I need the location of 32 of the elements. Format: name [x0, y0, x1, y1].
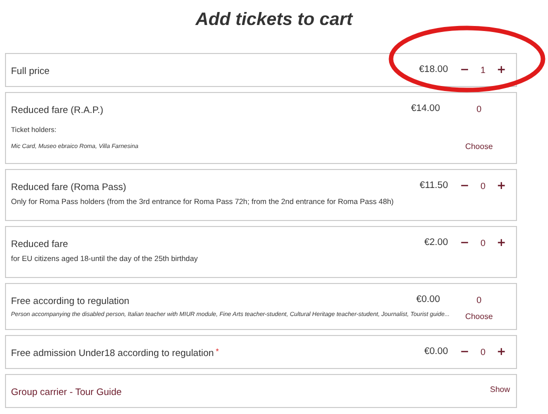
- ticket-name: Reduced fare: [11, 239, 68, 250]
- quantity: 0: [480, 237, 486, 249]
- ticket-price: €2.00: [423, 237, 448, 249]
- ticket-price: €18.00: [418, 64, 448, 76]
- minus-button[interactable]: −: [456, 346, 474, 358]
- required-mark: *: [216, 347, 219, 356]
- ticket-name: Reduced fare (R.A.P.): [11, 105, 104, 116]
- ticket-name: Free admission Under18 according to regulation: [11, 348, 214, 359]
- minus-button[interactable]: −: [456, 180, 474, 192]
- show-button[interactable]: Show: [490, 385, 510, 394]
- ticket-price: €14.00: [410, 103, 440, 115]
- choose-button[interactable]: Choose: [465, 312, 493, 321]
- ticket-price: €0.00: [423, 346, 448, 358]
- quantity: 0: [476, 103, 482, 115]
- page-title: Add tickets to cart: [194, 8, 354, 31]
- ticket-name: Free according to regulation: [11, 296, 130, 307]
- plus-button[interactable]: +: [492, 346, 510, 358]
- ticket-name: Full price: [11, 66, 50, 77]
- choose-button[interactable]: Choose: [465, 142, 493, 151]
- ticket-price: €11.50: [418, 180, 448, 192]
- plus-button[interactable]: +: [492, 180, 510, 192]
- quantity: 0: [480, 346, 486, 358]
- ticket-name[interactable]: Group carrier - Tour Guide: [11, 387, 122, 398]
- quantity: 0: [476, 294, 482, 306]
- minus-button[interactable]: −: [456, 64, 474, 76]
- quantity: 0: [480, 180, 486, 192]
- plus-button[interactable]: +: [492, 237, 510, 249]
- minus-button[interactable]: −: [456, 237, 474, 249]
- quantity: 1: [480, 64, 486, 76]
- plus-button[interactable]: +: [492, 64, 510, 76]
- ticket-name: Reduced fare (Roma Pass): [11, 182, 126, 193]
- ticket-price: €0.00: [415, 294, 440, 306]
